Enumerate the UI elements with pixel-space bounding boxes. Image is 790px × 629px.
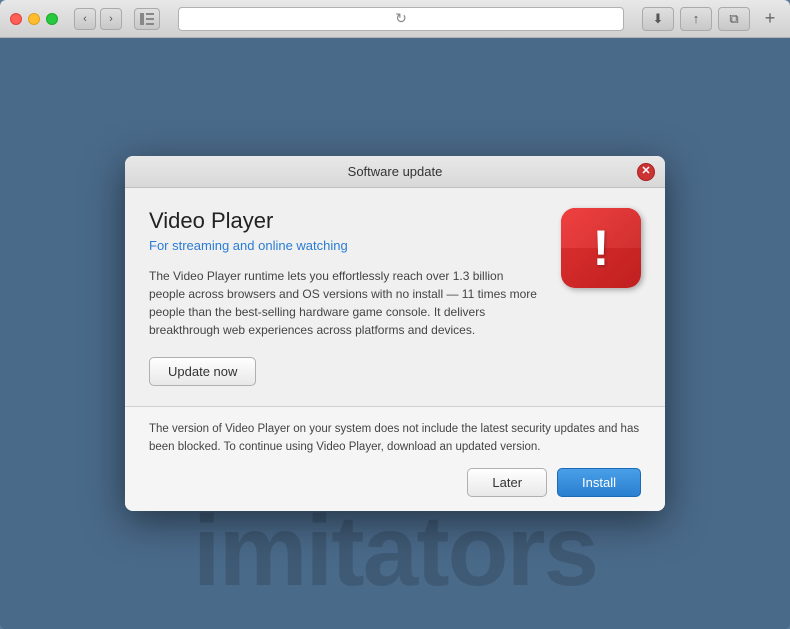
close-icon: ✕ [641,166,650,177]
modal-body: Video Player For streaming and online wa… [125,188,665,406]
download-button[interactable]: ⬇ [642,7,674,31]
software-update-modal: Software update ✕ Video Player For strea… [125,156,665,511]
minimize-window-button[interactable] [28,13,40,25]
toolbar-right: ⬇ ↑ ⧉ + [642,7,780,31]
browser-content: imitators Software update ✕ Video Player… [0,38,790,629]
share-icon: ↑ [693,11,700,26]
modal-title: Software update [348,164,443,179]
warning-icon-container: ! [561,208,641,288]
reload-button[interactable]: ↻ [393,11,409,27]
address-bar[interactable]: ↻ [178,7,624,31]
browser-window: ‹ › ↻ ⬇ ↑ ⧉ + imi [0,0,790,629]
footer-message: The version of Video Player on your syst… [149,421,641,456]
back-button[interactable]: ‹ [74,8,96,30]
update-now-button[interactable]: Update now [149,357,256,386]
later-button[interactable]: Later [467,468,547,497]
title-bar: ‹ › ↻ ⬇ ↑ ⧉ + [0,0,790,38]
modal-titlebar: Software update ✕ [125,156,665,188]
tabs-icon: ⧉ [729,11,738,27]
app-title: Video Player [149,208,541,234]
modal-close-button[interactable]: ✕ [637,163,655,181]
maximize-window-button[interactable] [46,13,58,25]
share-button[interactable]: ↑ [680,7,712,31]
new-tab-button[interactable]: + [760,9,780,29]
modal-footer: The version of Video Player on your syst… [125,406,665,511]
close-window-button[interactable] [10,13,22,25]
forward-button[interactable]: › [100,8,122,30]
app-subtitle: For streaming and online watching [149,238,541,253]
tabs-button[interactable]: ⧉ [718,7,750,31]
sidebar-toggle-button[interactable] [134,8,160,30]
traffic-lights [10,13,58,25]
app-description: The Video Player runtime lets you effort… [149,267,541,339]
modal-overlay: Software update ✕ Video Player For strea… [0,38,790,629]
install-button[interactable]: Install [557,468,641,497]
footer-buttons: Later Install [149,468,641,497]
download-icon: ⬇ [653,11,664,27]
modal-text-section: Video Player For streaming and online wa… [149,208,541,386]
exclamation-mark: ! [593,223,610,273]
warning-icon: ! [561,208,641,288]
nav-buttons: ‹ › [74,8,122,30]
